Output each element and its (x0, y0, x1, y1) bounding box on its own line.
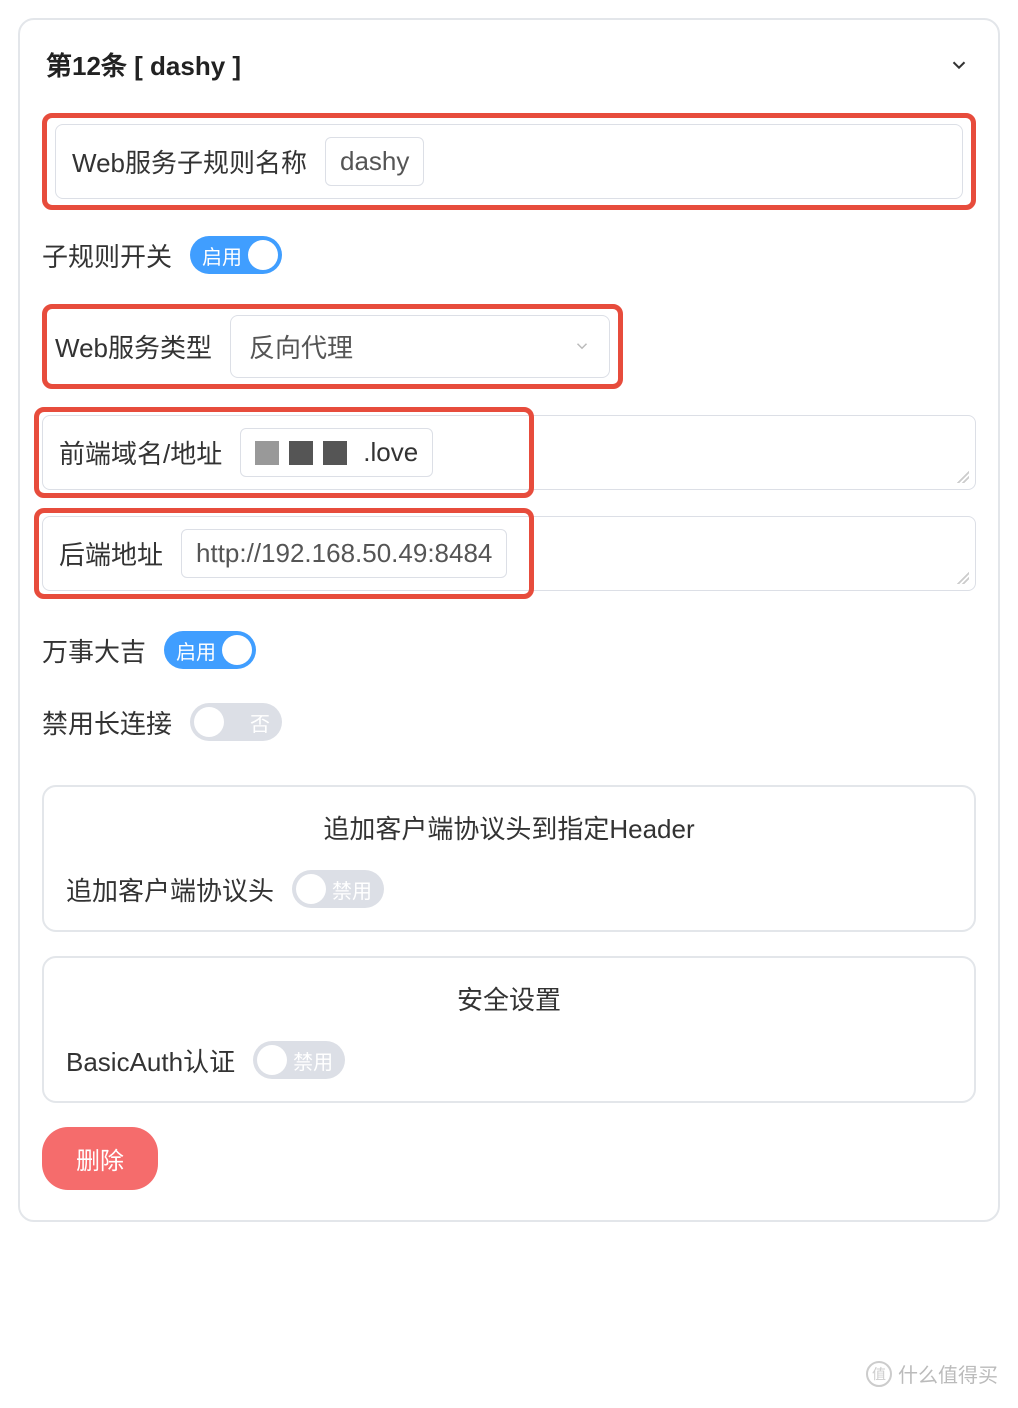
service-type-select[interactable]: 反向代理 (230, 315, 610, 378)
disable-keepalive-label: 禁用长连接 (42, 704, 172, 741)
watermark: 值 什么值得买 (866, 1359, 998, 1388)
toggle-on-label: 启用 (176, 636, 216, 665)
toggle-knob (257, 1045, 287, 1075)
toggle-off-label: 否 (250, 708, 270, 737)
panel-header[interactable]: 第12条 [ dashy ] (42, 40, 976, 93)
watermark-text: 什么值得买 (898, 1359, 998, 1388)
frontend-input[interactable]: .love (240, 428, 433, 477)
highlight-service-type: Web服务类型 反向代理 (42, 304, 623, 389)
rule-name-container: Web服务子规则名称 dashy (55, 124, 963, 199)
frontend-suffix: .love (363, 437, 418, 468)
rule-switch-label: 子规则开关 (42, 237, 172, 274)
toggle-knob (194, 707, 224, 737)
rule-name-label: Web服务子规则名称 (72, 143, 307, 180)
backend-container: 后端地址 http://192.168.50.49:8484 (42, 516, 976, 591)
security-title: 安全设置 (66, 980, 952, 1017)
backend-input[interactable]: http://192.168.50.49:8484 (181, 529, 507, 578)
toggle-off-label: 禁用 (332, 875, 372, 904)
backend-label: 后端地址 (59, 535, 163, 572)
watermark-icon: 值 (866, 1361, 892, 1387)
service-type-value: 反向代理 (249, 328, 353, 365)
toggle-on-label: 启用 (202, 241, 242, 270)
redacted-text (323, 441, 347, 465)
rule-switch-toggle[interactable]: 启用 (190, 236, 282, 274)
toggle-knob (248, 240, 278, 270)
basicauth-toggle[interactable]: 禁用 (253, 1041, 345, 1079)
panel-title: 第12条 [ dashy ] (46, 46, 241, 83)
frontend-label: 前端域名/地址 (59, 434, 222, 471)
all-ok-toggle[interactable]: 启用 (164, 631, 256, 669)
toggle-off-label: 禁用 (293, 1046, 333, 1075)
rule-name-input[interactable]: dashy (325, 137, 424, 186)
delete-button[interactable]: 删除 (42, 1127, 158, 1190)
all-ok-label: 万事大吉 (42, 632, 146, 669)
rule-panel: 第12条 [ dashy ] Web服务子规则名称 dashy 子规则开关 启用… (18, 18, 1000, 1222)
redacted-text (289, 441, 313, 465)
chevron-down-icon[interactable] (946, 52, 972, 78)
security-panel: 安全设置 BasicAuth认证 禁用 (42, 956, 976, 1103)
header-append-title: 追加客户端协议头到指定Header (66, 809, 952, 846)
disable-keepalive-toggle[interactable]: 否 (190, 703, 282, 741)
toggle-knob (222, 635, 252, 665)
chevron-down-icon (573, 331, 591, 362)
header-append-field-label: 追加客户端协议头 (66, 871, 274, 908)
service-type-label: Web服务类型 (55, 328, 212, 365)
redacted-text (255, 441, 279, 465)
highlight-rule-name: Web服务子规则名称 dashy (42, 113, 976, 210)
header-append-panel: 追加客户端协议头到指定Header 追加客户端协议头 禁用 (42, 785, 976, 932)
header-append-toggle[interactable]: 禁用 (292, 870, 384, 908)
toggle-knob (296, 874, 326, 904)
frontend-container: 前端域名/地址 .love (42, 415, 976, 490)
basicauth-label: BasicAuth认证 (66, 1042, 235, 1079)
